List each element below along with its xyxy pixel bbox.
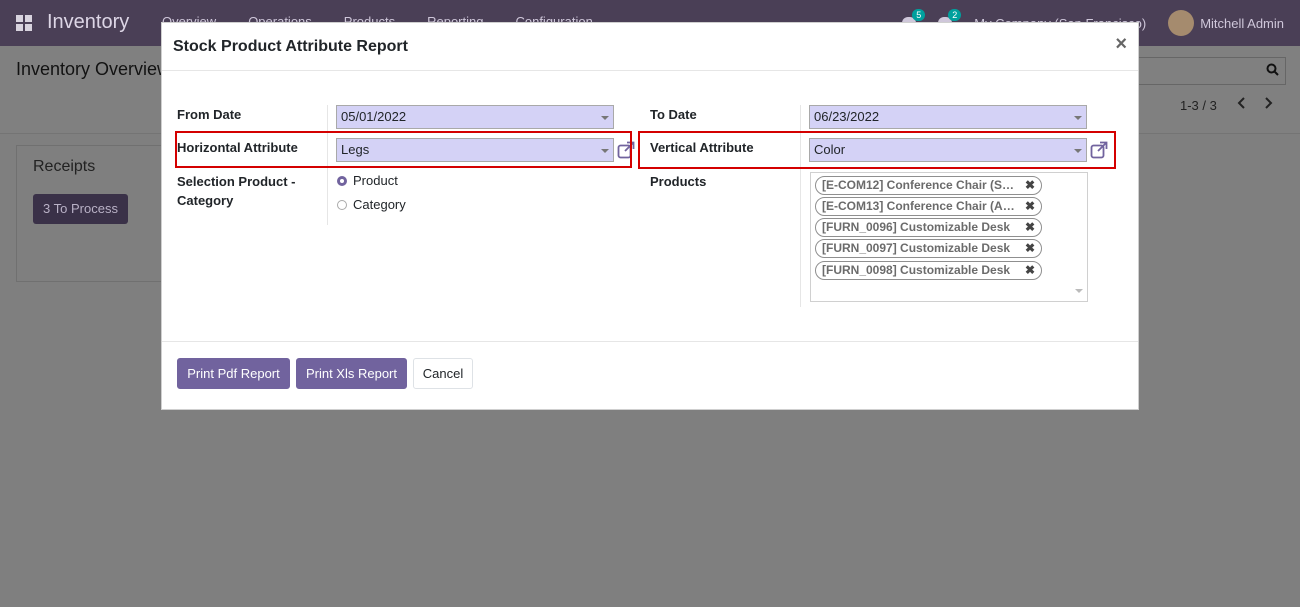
product-tag-label: [E-COM12] Conference Chair (Steel) [822, 178, 1018, 192]
radio-checked-icon[interactable] [337, 175, 347, 186]
page-title: Inventory Overview [16, 59, 171, 79]
card-title[interactable]: Receipts [33, 158, 95, 176]
products-label: Products [650, 174, 707, 189]
search-icon[interactable] [1266, 63, 1279, 79]
radio-product[interactable]: Product [337, 173, 398, 188]
avatar [1168, 10, 1195, 36]
product-tag-label: [E-COM13] Conference Chair (Aluminium) [822, 199, 1018, 213]
search-input[interactable] [1128, 57, 1286, 85]
product-tag-label: [FURN_0098] Customizable Desk [822, 263, 1011, 277]
product-tag[interactable]: [E-COM12] Conference Chair (Steel) ✖ [815, 176, 1042, 195]
from-date-value: 05/01/2022 [341, 109, 407, 124]
radio-product-label: Product [353, 173, 398, 188]
pager-value[interactable]: 1-3 / 3 [1180, 98, 1217, 113]
products-many2many-field[interactable]: [E-COM12] Conference Chair (Steel) ✖ [E-… [810, 172, 1088, 302]
to-process-button[interactable]: 3 To Process [33, 194, 128, 224]
product-tag-label: [FURN_0097] Customizable Desk [822, 241, 1011, 255]
print-pdf-report-button[interactable]: Print Pdf Report [177, 358, 290, 389]
chevron-down-icon[interactable] [601, 116, 609, 120]
product-tag[interactable]: [E-COM13] Conference Chair (Aluminium) ✖ [815, 197, 1042, 216]
stock-attribute-report-dialog: Stock Product Attribute Report × From Da… [161, 22, 1139, 410]
user-name: Mitchell Admin [1200, 15, 1284, 31]
horizontal-attribute-highlight [175, 131, 632, 168]
chevron-left-icon[interactable] [1236, 94, 1246, 115]
modal-header: Stock Product Attribute Report × [162, 23, 1138, 71]
to-date-label: To Date [650, 107, 697, 122]
messages-count-badge: 5 [912, 9, 926, 21]
product-tag[interactable]: [FURN_0096] Customizable Desk ✖ [815, 218, 1042, 237]
close-icon[interactable]: × [1115, 34, 1127, 54]
apps-grid-icon[interactable] [16, 15, 32, 31]
remove-tag-icon[interactable]: ✖ [1025, 219, 1035, 236]
from-date-field[interactable]: 05/01/2022 [336, 105, 614, 129]
print-xls-report-button[interactable]: Print Xls Report [296, 358, 407, 389]
product-tag[interactable]: [FURN_0098] Customizable Desk ✖ [815, 261, 1042, 280]
selection-product-category-label: Selection Product - Category [177, 174, 296, 208]
radio-category[interactable]: Category [337, 197, 406, 212]
radio-unchecked-icon[interactable] [337, 199, 347, 210]
product-tag[interactable]: [FURN_0097] Customizable Desk ✖ [815, 239, 1042, 258]
receipts-card: Receipts 3 To Process [16, 145, 176, 282]
app-title[interactable]: Inventory [47, 11, 129, 34]
chevron-down-icon[interactable] [1074, 116, 1082, 120]
remove-tag-icon[interactable]: ✖ [1025, 198, 1035, 215]
chevron-right-icon[interactable] [1264, 94, 1274, 115]
radio-category-label: Category [353, 197, 406, 212]
user-menu[interactable]: Mitchell Admin [1168, 10, 1284, 36]
modal-footer: Print Pdf Report Print Xls Report Cancel [162, 341, 1138, 410]
to-date-field[interactable]: 06/23/2022 [809, 105, 1087, 129]
remove-tag-icon[interactable]: ✖ [1025, 240, 1035, 257]
modal-title: Stock Product Attribute Report [173, 38, 408, 55]
chevron-down-icon[interactable] [1075, 289, 1083, 293]
activities-count-badge: 2 [948, 9, 962, 21]
remove-tag-icon[interactable]: ✖ [1025, 262, 1035, 279]
product-tag-label: [FURN_0096] Customizable Desk [822, 220, 1011, 234]
remove-tag-icon[interactable]: ✖ [1025, 177, 1035, 194]
cancel-button[interactable]: Cancel [413, 358, 473, 389]
vertical-attribute-highlight [638, 131, 1116, 169]
from-date-label: From Date [177, 107, 242, 122]
to-date-value: 06/23/2022 [814, 109, 880, 124]
